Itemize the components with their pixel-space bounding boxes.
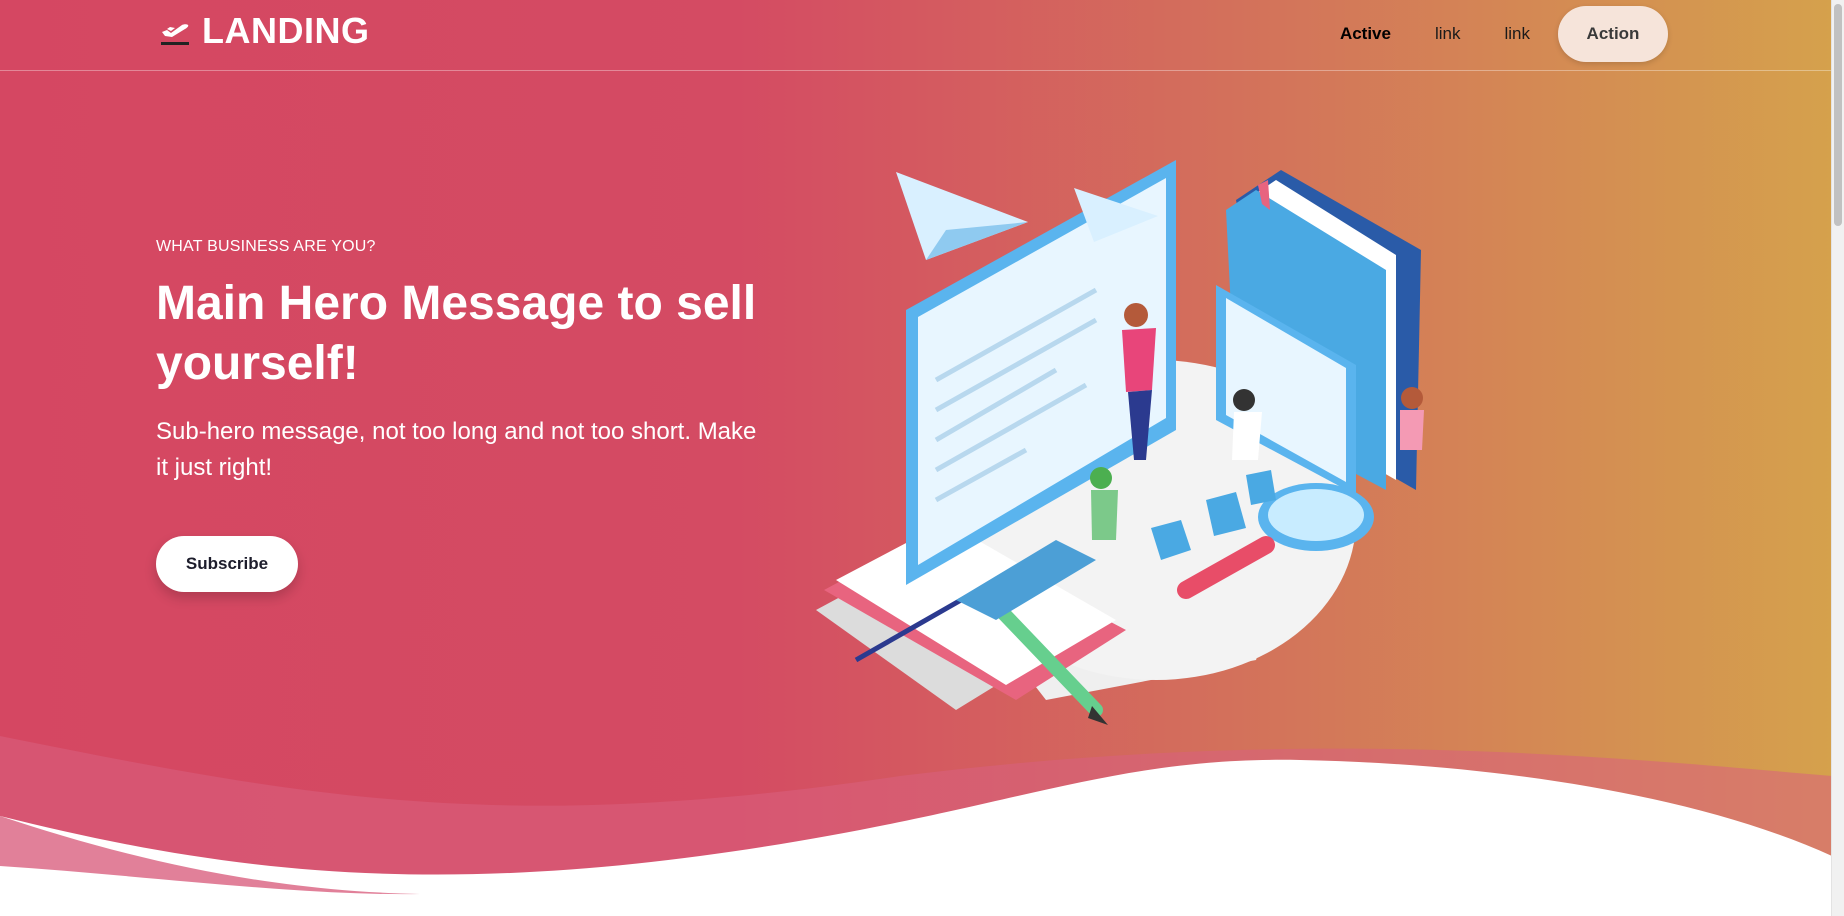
- decorative-waves: [0, 736, 1832, 916]
- brand-name: LANDING: [202, 10, 370, 51]
- nav-link-2[interactable]: link: [1482, 6, 1552, 62]
- top-navbar: LANDING Active link link Action: [0, 0, 1832, 71]
- hero-subtitle: Sub-hero message, not too long and not t…: [156, 418, 757, 481]
- subscribe-button[interactable]: Subscribe: [156, 536, 298, 592]
- brand-logo[interactable]: LANDING: [158, 10, 370, 52]
- plane-departure-icon: [161, 24, 189, 45]
- nav-link-1[interactable]: link: [1413, 6, 1483, 62]
- hero-illustration: [816, 160, 1424, 725]
- nav-menu: Active link link Action: [1318, 6, 1668, 62]
- nav-link-active[interactable]: Active: [1318, 6, 1413, 62]
- hero-title: Main Hero Message to sell yourself!: [156, 277, 757, 390]
- action-button[interactable]: Action: [1558, 6, 1668, 62]
- hero-content: WHAT BUSINESS ARE YOU? Main Hero Message…: [156, 238, 766, 592]
- scrollbar-thumb[interactable]: [1834, 4, 1842, 226]
- hero-eyebrow: WHAT BUSINESS ARE YOU?: [156, 238, 376, 255]
- vertical-scrollbar[interactable]: [1831, 0, 1844, 916]
- landing-page: LANDING Active link link Action WHAT BUS…: [0, 0, 1844, 916]
